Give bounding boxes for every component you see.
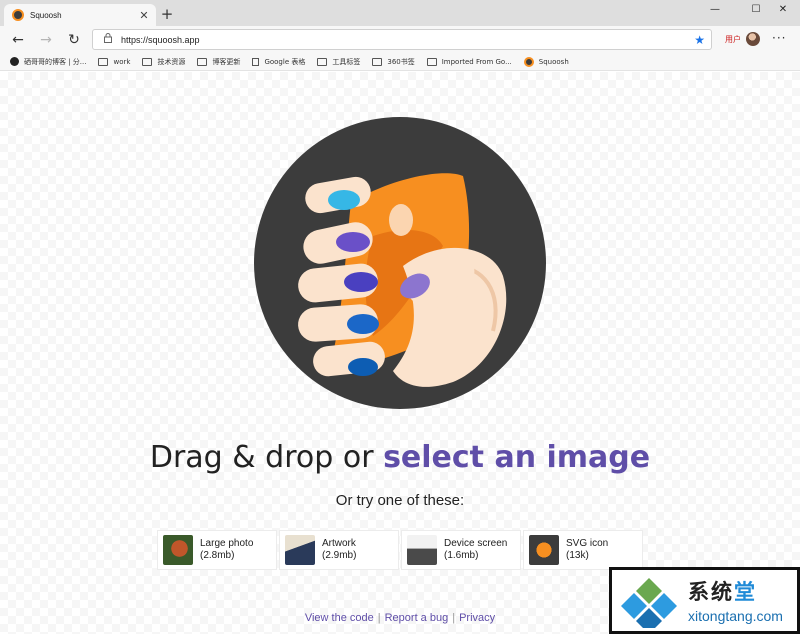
- sample-name: SVG icon: [566, 538, 609, 549]
- bookmark-label: 硒哥哥的博客 | 分...: [24, 57, 87, 66]
- title-bar: Squoosh ✕ + — ☐ ✕: [0, 0, 800, 26]
- sample-svg-icon[interactable]: SVG icon (13k): [523, 530, 643, 570]
- bookmarks-bar: 硒哥哥的博客 | 分... work 技术资源 博客更新 Google 表格 工具标签 36…: [0, 53, 800, 71]
- view-code-link[interactable]: View the code: [305, 612, 374, 624]
- profile-label[interactable]: 用户: [725, 34, 741, 45]
- watermark-domain: xitongtang.com: [688, 608, 783, 624]
- bookmark-label: 360书签: [387, 57, 415, 66]
- sample-name: Large photo: [200, 538, 254, 549]
- address-bar[interactable]: https://squoosh.app ★: [92, 29, 712, 50]
- folder-icon: [197, 57, 208, 66]
- sample-size: (2.8mb): [200, 550, 235, 561]
- sample-size: (13k): [566, 550, 589, 561]
- squoosh-page: Drag & drop or select an image Or try on…: [0, 72, 800, 634]
- bookmark-item[interactable]: Imported From Go...: [426, 57, 512, 66]
- forward-button[interactable]: →: [36, 30, 56, 50]
- diamond-logo-icon: [621, 578, 677, 628]
- page-icon: [252, 57, 260, 66]
- refresh-button[interactable]: ↻: [64, 30, 84, 50]
- footer-separator: |: [452, 612, 456, 624]
- bookmark-item[interactable]: Squoosh: [523, 56, 569, 67]
- settings-menu-button[interactable]: ···: [772, 31, 786, 45]
- bookmark-item[interactable]: 工具标签: [317, 57, 360, 67]
- bookmark-item[interactable]: 硒哥哥的博客 | 分...: [10, 57, 86, 67]
- bookmark-label: Imported From Go...: [441, 57, 512, 66]
- back-button[interactable]: ←: [8, 30, 28, 50]
- bookmark-label: 技术资源: [157, 57, 186, 66]
- bookmark-label: Google 表格: [264, 57, 306, 66]
- sample-size: (2.9mb): [322, 550, 357, 561]
- sample-size: (1.6mb): [444, 550, 479, 561]
- footer-separator: |: [377, 612, 381, 624]
- sample-artwork[interactable]: Artwork (2.9mb): [279, 530, 399, 570]
- url-text[interactable]: https://squoosh.app: [121, 35, 694, 45]
- squoosh-favicon-icon: [12, 9, 24, 21]
- bookmark-item[interactable]: 技术资源: [142, 57, 185, 67]
- new-tab-button[interactable]: +: [158, 5, 176, 23]
- folder-icon: [142, 57, 153, 66]
- browser-toolbar: ← → ↻ https://squoosh.app ★ 用户 ···: [0, 26, 800, 53]
- watermark-name: 系统堂: [688, 580, 757, 604]
- bookmark-label: Squoosh: [538, 57, 569, 66]
- sample-images-list: Large photo (2.8mb) Artwork (2.9mb) Devi…: [157, 530, 643, 570]
- circle-icon: [10, 57, 19, 66]
- folder-icon: [426, 57, 437, 66]
- red-panda-thumb-icon: [163, 535, 193, 565]
- samples-heading: Or try one of these:: [335, 492, 465, 509]
- sample-name: Artwork: [322, 538, 356, 549]
- svg-icon-thumb-icon: [529, 535, 559, 565]
- folder-icon: [98, 57, 109, 66]
- minimize-button[interactable]: —: [698, 0, 732, 20]
- device-screen-thumb-icon: [407, 535, 437, 565]
- report-bug-link[interactable]: Report a bug: [385, 612, 449, 624]
- favorite-star-icon[interactable]: ★: [694, 33, 705, 47]
- squoosh-icon: [523, 56, 534, 67]
- tab-title: Squoosh: [30, 10, 62, 20]
- site-watermark: 系统堂 xitongtang.com: [609, 567, 800, 634]
- artwork-thumb-icon: [285, 535, 315, 565]
- folder-icon: [317, 57, 328, 66]
- bookmark-item[interactable]: Google 表格: [252, 57, 305, 67]
- privacy-link[interactable]: Privacy: [459, 612, 495, 624]
- bookmark-label: 博客更新: [212, 57, 241, 66]
- headline-prefix: Drag & drop or: [149, 440, 384, 475]
- close-window-button[interactable]: ✕: [766, 0, 800, 20]
- hero-hand-logo-icon[interactable]: [253, 116, 547, 410]
- browser-tab[interactable]: Squoosh ✕: [4, 4, 156, 26]
- lock-icon: [99, 33, 117, 46]
- select-image-link[interactable]: select an image: [383, 440, 650, 475]
- bookmark-item[interactable]: 博客更新: [197, 57, 240, 67]
- bookmark-label: work: [113, 57, 131, 66]
- profile-avatar[interactable]: [746, 32, 760, 46]
- sample-name: Device screen: [444, 538, 508, 549]
- bookmark-item[interactable]: 360书签: [372, 57, 415, 67]
- sample-large-photo[interactable]: Large photo (2.8mb): [157, 530, 277, 570]
- bookmark-label: 工具标签: [332, 57, 361, 66]
- bookmark-item[interactable]: work: [98, 57, 131, 66]
- page-title: Drag & drop or select an image: [0, 440, 800, 475]
- folder-icon: [372, 57, 383, 66]
- sample-device-screen[interactable]: Device screen (1.6mb): [401, 530, 521, 570]
- tab-close-icon[interactable]: ✕: [136, 9, 152, 22]
